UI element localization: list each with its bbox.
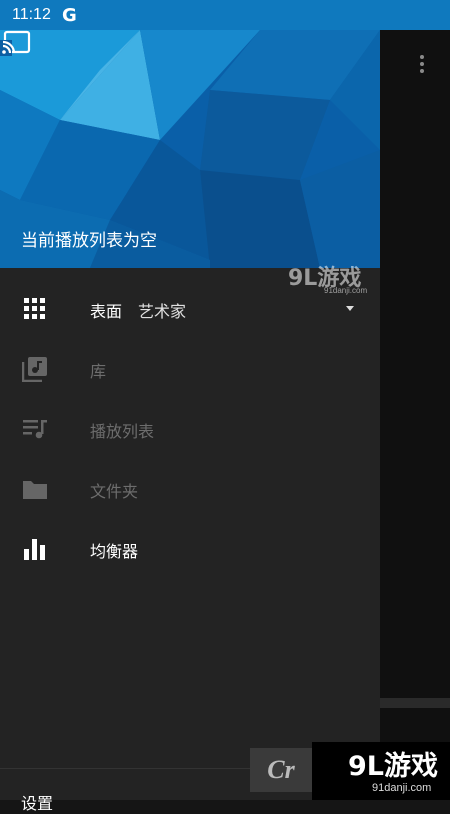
- menu-item-equalizer-label: 均衡器: [90, 542, 139, 561]
- menu-item-surface-label: 表面: [90, 302, 123, 321]
- menu-item-library-label: 库: [90, 362, 107, 381]
- google-g-icon: G: [62, 5, 77, 26]
- watermark-bottom: 9L游戏 91danji.com: [312, 742, 450, 800]
- overflow-menu-icon[interactable]: [416, 52, 428, 80]
- folder-icon: [23, 481, 47, 499]
- drawer-header: 当前播放列表为空: [0, 30, 380, 268]
- playlist-empty-text: 当前播放列表为空: [21, 231, 157, 251]
- menu-item-equalizer[interactable]: 均衡器: [0, 518, 380, 578]
- settings-button[interactable]: 设置: [21, 790, 53, 814]
- library-music-icon: [22, 357, 47, 382]
- watermark-left: Cr: [250, 748, 312, 792]
- menu-item-playlists-label: 播放列表: [90, 422, 155, 441]
- dropdown-arrow-icon[interactable]: [346, 306, 354, 311]
- navigation-drawer: 当前播放列表为空 表面 艺术家 库 播放列表 文件夹 均衡器 设置: [0, 30, 380, 813]
- watermark-mid: 9L游戏 91danji.com: [288, 260, 384, 300]
- menu-item-playlists[interactable]: 播放列表: [0, 398, 380, 458]
- menu-item-library[interactable]: 库: [0, 338, 380, 398]
- menu-item-folders[interactable]: 文件夹: [0, 458, 380, 518]
- status-bar: 11:12 G: [0, 0, 450, 30]
- background-app-area: [380, 30, 450, 800]
- watermark-mid-url: 91danji.com: [324, 286, 368, 295]
- drawer-menu: 表面 艺术家 库 播放列表 文件夹 均衡器: [0, 278, 380, 578]
- equalizer-icon: [24, 539, 45, 560]
- watermark-bottom-url: 91danji.com: [372, 782, 432, 794]
- menu-item-folders-label: 文件夹: [90, 482, 139, 501]
- playlist-icon: [23, 420, 47, 439]
- cast-icon[interactable]: [0, 30, 32, 56]
- surface-selected-value[interactable]: 艺术家: [138, 298, 186, 322]
- watermark-bottom-logo: 9L游戏: [348, 751, 438, 782]
- grid-icon: [24, 298, 45, 319]
- background-divider: [380, 698, 450, 708]
- status-time: 11:12: [12, 6, 51, 23]
